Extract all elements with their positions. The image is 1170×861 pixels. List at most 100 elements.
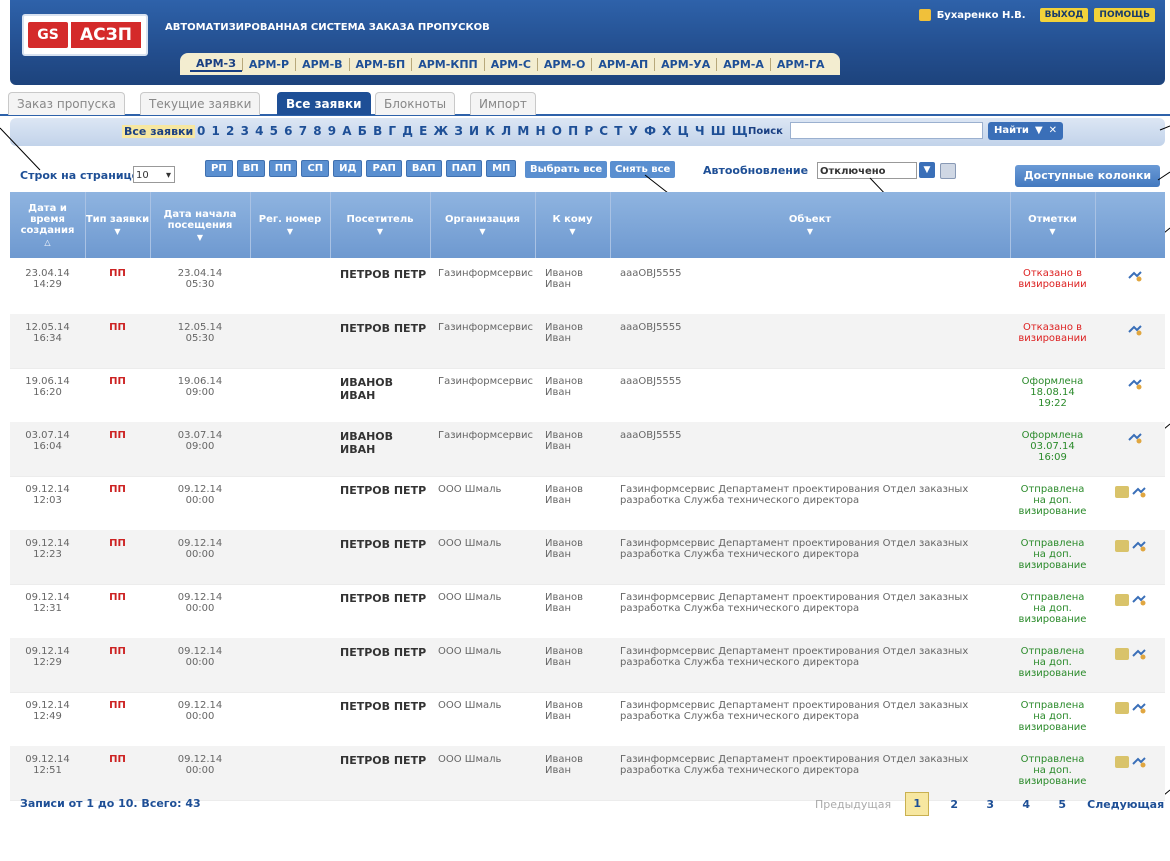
chevron-down-icon: ▾ bbox=[165, 170, 171, 181]
table-row[interactable]: 19.06.14 16:20 ПП 19.06.14 09:00 ИВАНОВ ИВА… bbox=[10, 368, 1165, 423]
to-whom-cell: Иванов Иван bbox=[545, 754, 584, 776]
status-cell: Оформлена 03.07.14 16:09 bbox=[1021, 430, 1084, 463]
arm-item-kpp[interactable]: АРМ-КПП bbox=[411, 57, 484, 71]
column-type[interactable]: Тип заявки ▼ bbox=[85, 192, 150, 258]
column-start[interactable]: Дата начала посещения ▼ bbox=[150, 192, 250, 258]
type-cell: ПП bbox=[109, 322, 126, 333]
view-details-icon[interactable] bbox=[1132, 648, 1146, 660]
start-date-cell: 09.12.14 00:00 bbox=[177, 484, 223, 506]
column-object[interactable]: Объект ▼ bbox=[610, 192, 1010, 258]
table-row[interactable]: 09.12.14 12:03 ПП 09.12.14 00:00 ПЕТРОВ ПЕТ… bbox=[10, 476, 1165, 531]
tab-all-requests[interactable]: Все заявки bbox=[277, 92, 371, 115]
column-organization[interactable]: Организация ▼ bbox=[430, 192, 535, 258]
filter-pap-button[interactable]: ПАП bbox=[445, 160, 483, 177]
table-row[interactable]: 09.12.14 12:49 ПП 09.12.14 00:00 ПЕТРОВ ПЕТ… bbox=[10, 692, 1165, 747]
logout-button[interactable]: ВЫХОД bbox=[1039, 8, 1089, 22]
edit-icon[interactable] bbox=[1115, 486, 1129, 498]
edit-icon[interactable] bbox=[1115, 648, 1129, 660]
object-cell: Газинформсервис Департамент проектирован… bbox=[620, 592, 969, 614]
column-visitor[interactable]: Посетитель ▼ bbox=[330, 192, 430, 258]
next-page-link[interactable]: Следующая bbox=[1087, 798, 1164, 811]
app-logo[interactable]: GS АСЗП bbox=[22, 14, 148, 56]
sort-icon: ▼ bbox=[196, 232, 204, 242]
view-details-icon[interactable] bbox=[1128, 378, 1142, 390]
refresh-settings-icon[interactable] bbox=[940, 163, 956, 179]
start-date-cell: 19.06.14 09:00 bbox=[177, 376, 223, 398]
page-1-link[interactable]: 1 bbox=[905, 792, 930, 816]
alpha-letters[interactable]: 0 1 2 3 4 5 6 7 8 9 А Б В Г Д Е Ж З И К … bbox=[197, 124, 749, 138]
filter-vap-button[interactable]: ВАП bbox=[405, 160, 442, 177]
filter-id-button[interactable]: ИД bbox=[333, 160, 363, 177]
column-reg-number[interactable]: Рег. номер ▼ bbox=[250, 192, 330, 258]
arm-item-o[interactable]: АРМ-О bbox=[536, 57, 591, 71]
edit-icon[interactable] bbox=[1115, 702, 1129, 714]
filter-mp-button[interactable]: МП bbox=[486, 160, 517, 177]
start-date-cell: 09.12.14 00:00 bbox=[177, 538, 223, 560]
clear-search-icon[interactable]: ✕ bbox=[1049, 122, 1057, 140]
arm-item-r[interactable]: АРМ-Р bbox=[241, 57, 295, 71]
arm-item-z[interactable]: АРМ-З bbox=[190, 57, 242, 72]
rows-per-page-select[interactable]: 10 ▾ bbox=[133, 166, 175, 183]
tab-import[interactable]: Импорт bbox=[470, 92, 536, 115]
auto-refresh-dropdown-icon[interactable]: ▼ bbox=[919, 162, 935, 178]
search-input[interactable] bbox=[790, 122, 983, 139]
filter-vp-button[interactable]: ВП bbox=[236, 160, 265, 177]
filter-rp-button[interactable]: РП bbox=[205, 160, 233, 177]
auto-refresh-select[interactable]: Отключено bbox=[817, 162, 917, 179]
view-details-icon[interactable] bbox=[1128, 432, 1142, 444]
column-created[interactable]: Дата и время создания △ bbox=[10, 192, 85, 258]
table-row[interactable]: 09.12.14 12:31 ПП 09.12.14 00:00 ПЕТРОВ ПЕТ… bbox=[10, 584, 1165, 639]
organization-cell: ООО Шмаль bbox=[438, 538, 502, 549]
select-all-button[interactable]: Выбрать все bbox=[525, 161, 608, 178]
created-cell: 12.05.14 16:34 bbox=[25, 322, 70, 344]
view-details-icon[interactable] bbox=[1132, 486, 1146, 498]
page-4-link[interactable]: 4 bbox=[1015, 798, 1037, 811]
find-button[interactable]: Найти ▼ ✕ bbox=[988, 122, 1064, 140]
help-button[interactable]: ПОМОЩЬ bbox=[1094, 8, 1155, 22]
table-row[interactable]: 12.05.14 16:34 ПП 12.05.14 05:30 ПЕТРОВ ПЕТ… bbox=[10, 314, 1165, 369]
table-row[interactable]: 09.12.14 12:29 ПП 09.12.14 00:00 ПЕТРОВ ПЕТ… bbox=[10, 638, 1165, 693]
filter-pp-button[interactable]: ПП bbox=[268, 160, 298, 177]
edit-icon[interactable] bbox=[1115, 540, 1129, 552]
arm-item-s[interactable]: АРМ-С bbox=[483, 57, 537, 71]
edit-icon[interactable] bbox=[1115, 756, 1129, 768]
start-date-cell: 12.05.14 05:30 bbox=[177, 322, 223, 344]
tab-notebooks[interactable]: Блокноты bbox=[375, 92, 456, 115]
table-row[interactable]: 23.04.14 14:29 ПП 23.04.14 05:30 ПЕТРОВ ПЕТ… bbox=[10, 260, 1165, 315]
column-marks[interactable]: Отметки ▼ bbox=[1010, 192, 1095, 258]
organization-cell: ООО Шмаль bbox=[438, 484, 502, 495]
find-dropdown-icon[interactable]: ▼ bbox=[1035, 122, 1043, 140]
status-cell: Отправлена на доп. визирование bbox=[1018, 484, 1087, 517]
prev-page-link[interactable]: Предыдущая bbox=[815, 798, 891, 811]
view-details-icon[interactable] bbox=[1132, 594, 1146, 606]
arm-item-ap[interactable]: АРМ-АП bbox=[591, 57, 654, 71]
to-whom-cell: Иванов Иван bbox=[545, 538, 584, 560]
column-type-label: Тип заявки bbox=[85, 214, 150, 225]
tab-order-pass[interactable]: Заказ пропуска bbox=[8, 92, 125, 115]
arm-item-a[interactable]: АРМ-А bbox=[716, 57, 770, 71]
arm-item-bp[interactable]: АРМ-БП bbox=[348, 57, 412, 71]
alpha-all-link[interactable]: Все заявки bbox=[122, 125, 196, 138]
filter-sp-button[interactable]: СП bbox=[301, 160, 330, 177]
view-details-icon[interactable] bbox=[1132, 702, 1146, 714]
page-5-link[interactable]: 5 bbox=[1051, 798, 1073, 811]
view-details-icon[interactable] bbox=[1132, 756, 1146, 768]
view-details-icon[interactable] bbox=[1128, 270, 1142, 282]
view-details-icon[interactable] bbox=[1128, 324, 1142, 336]
arm-item-ua[interactable]: АРМ-УА bbox=[654, 57, 716, 71]
page-3-link[interactable]: 3 bbox=[979, 798, 1001, 811]
filter-rap-button[interactable]: РАП bbox=[366, 160, 402, 177]
arm-item-ga[interactable]: АРМ-ГА bbox=[769, 57, 831, 71]
page-2-link[interactable]: 2 bbox=[943, 798, 965, 811]
table-row[interactable]: 03.07.14 16:04 ПП 03.07.14 09:00 ИВАНОВ ИВА… bbox=[10, 422, 1165, 477]
available-columns-button[interactable]: Доступные колонки bbox=[1015, 165, 1160, 187]
status-cell: Отправлена на доп. визирование bbox=[1018, 646, 1087, 679]
edit-icon[interactable] bbox=[1115, 594, 1129, 606]
view-details-icon[interactable] bbox=[1132, 540, 1146, 552]
deselect-all-button[interactable]: Снять все bbox=[610, 161, 676, 178]
sort-icon: ▼ bbox=[1049, 227, 1056, 236]
table-row[interactable]: 09.12.14 12:23 ПП 09.12.14 00:00 ПЕТРОВ ПЕТ… bbox=[10, 530, 1165, 585]
arm-item-v[interactable]: АРМ-В bbox=[295, 57, 348, 71]
tab-current-requests[interactable]: Текущие заявки bbox=[140, 92, 261, 115]
column-to-whom[interactable]: К кому ▼ bbox=[535, 192, 610, 258]
